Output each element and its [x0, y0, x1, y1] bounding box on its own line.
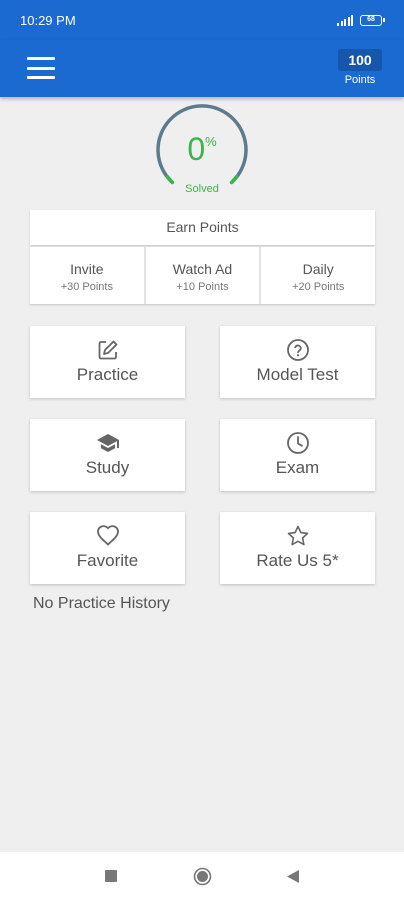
daily-button[interactable]: Daily +20 Points: [261, 247, 376, 304]
battery-icon: 68: [360, 14, 385, 26]
help-circle-icon: [286, 339, 309, 361]
watch-ad-points: +10 Points: [176, 281, 229, 293]
practice-card[interactable]: Practice: [30, 326, 185, 398]
back-icon[interactable]: [286, 869, 300, 884]
heart-icon: [96, 525, 119, 546]
rate-us-card[interactable]: Rate Us 5*: [220, 512, 375, 584]
home-icon[interactable]: [193, 867, 212, 886]
gauge-start-cap: [165, 175, 175, 185]
invite-label: Invite: [70, 261, 104, 277]
practice-label: Practice: [76, 365, 139, 384]
status-time: 10:29 PM: [20, 12, 76, 28]
exam-card[interactable]: Exam: [220, 419, 375, 491]
practice-history-empty: No Practice History: [33, 595, 170, 612]
exam-label: Exam: [275, 458, 320, 477]
system-nav-bar: [0, 852, 404, 900]
favorite-label: Favorite: [76, 551, 139, 570]
daily-points: +20 Points: [292, 281, 345, 293]
watch-ad-label: Watch Ad: [172, 261, 233, 277]
rate-us-label: Rate Us 5*: [256, 551, 339, 570]
signal-icon: [337, 14, 353, 26]
app-bar: 100 Points: [0, 40, 404, 97]
invite-button[interactable]: Invite +30 Points: [30, 247, 144, 304]
invite-points: +30 Points: [60, 281, 113, 293]
favorite-card[interactable]: Favorite: [30, 512, 185, 584]
watch-ad-button[interactable]: Watch Ad +10 Points: [145, 247, 260, 304]
status-icons: 68: [337, 14, 385, 26]
points-badge: 100 Points: [338, 49, 382, 86]
points-value: 100: [338, 49, 382, 71]
solved-percent: 0%: [153, 131, 251, 168]
edit-icon: [98, 340, 117, 360]
study-card[interactable]: Study: [30, 419, 185, 491]
menu-icon[interactable]: [27, 57, 55, 79]
model-test-label: Model Test: [256, 365, 339, 384]
solved-label: Solved: [185, 183, 219, 195]
solved-percent-unit: %: [205, 134, 217, 149]
clock-icon: [286, 432, 309, 454]
star-icon: [287, 525, 308, 546]
recent-apps-icon[interactable]: [104, 869, 118, 883]
earn-points-options: Invite +30 Points Watch Ad +10 Points Da…: [30, 247, 376, 304]
daily-label: Daily: [302, 261, 334, 277]
status-bar: 10:29 PM 68: [0, 0, 404, 40]
solved-percent-value: 0: [187, 131, 206, 167]
solved-progress-gauge: 0% Solved: [153, 103, 251, 201]
gauge-end-cap: [229, 175, 239, 185]
earn-points-header: Earn Points: [30, 210, 375, 245]
points-label: Points: [344, 74, 376, 86]
study-label: Study: [85, 458, 130, 477]
model-test-card[interactable]: Model Test: [220, 326, 375, 398]
graduation-cap-icon: [96, 434, 119, 452]
